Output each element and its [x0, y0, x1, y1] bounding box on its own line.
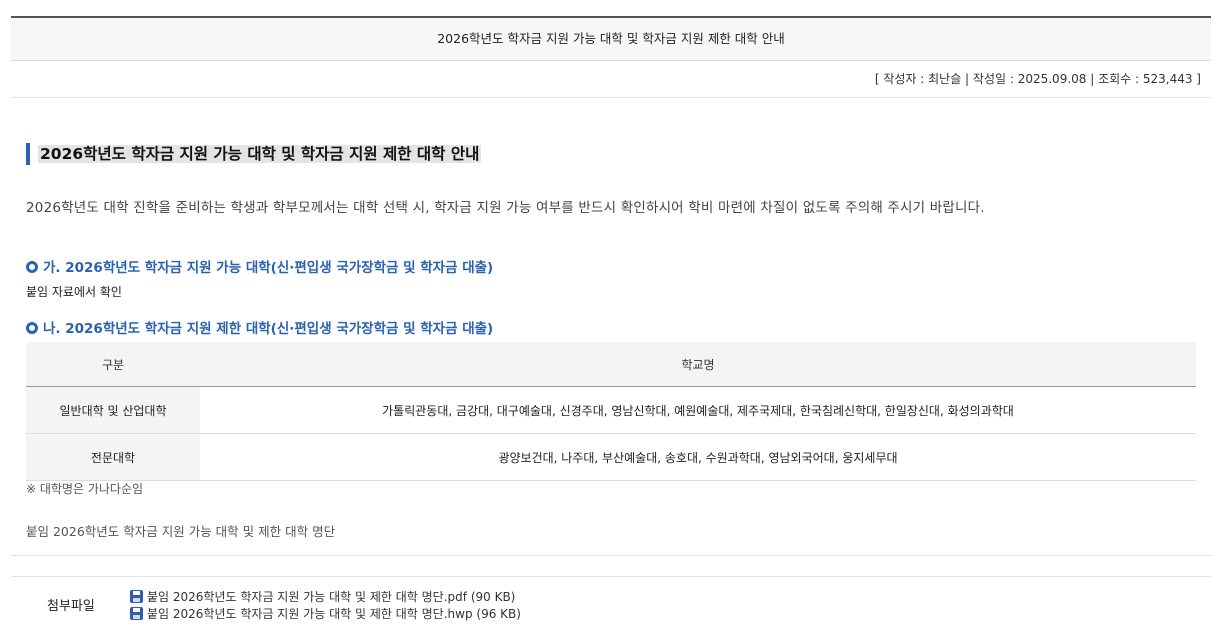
- floppy-disk-icon: [130, 590, 143, 603]
- circle-bullet-icon: [26, 261, 38, 273]
- attachment-link-pdf[interactable]: 붙임 2026학년도 학자금 지원 가능 대학 및 제한 대학 명단.pdf (…: [130, 589, 515, 606]
- attachment-filename[interactable]: 붙임 2026학년도 학자금 지원 가능 대학 및 제한 대학 명단.pdf: [147, 590, 467, 604]
- table-cell-schools: 가톨릭관동대, 금강대, 대구예술대, 신경주대, 영남신학대, 예원예술대, …: [200, 386, 1196, 434]
- attachment-reference-note: 붙임 자료에서 확인: [26, 285, 122, 299]
- subheading-restricted-universities: 나. 2026학년도 학자금 지원 제한 대학(신·편입생 국가장학금 및 학자…: [26, 319, 493, 339]
- section-title-text: 2026학년도 학자금 지원 가능 대학 및 학자금 지원 제한 대학 안내: [38, 145, 482, 163]
- subheading-b-text: 나. 2026학년도 학자금 지원 제한 대학(신·편입생 국가장학금 및 학자…: [43, 321, 494, 337]
- attachment-filesize: (96 KB): [476, 607, 521, 621]
- circle-bullet-icon: [26, 322, 38, 334]
- table-header-row: 구분 학교명: [26, 342, 1196, 387]
- attachment-link-hwp[interactable]: 붙임 2026학년도 학자금 지원 가능 대학 및 제한 대학 명단.hwp (…: [130, 606, 521, 623]
- divider: [11, 555, 1211, 556]
- footnote: ※ 대학명은 가나다순임: [26, 482, 144, 496]
- post-meta: [ 작성자 : 최난슬 | 작성일 : 2025.09.08 | 조회수 : 5…: [11, 61, 1211, 98]
- divider: [11, 576, 1211, 577]
- post-title-bar: 2026학년도 학자금 지원 가능 대학 및 학자금 지원 제한 대학 안내: [11, 16, 1211, 61]
- table-cell-category: 일반대학 및 산업대학: [26, 386, 200, 434]
- table-cell-category: 전문대학: [26, 433, 200, 481]
- section-title: 2026학년도 학자금 지원 가능 대학 및 학자금 지원 제한 대학 안내: [26, 143, 482, 165]
- attachment-filename[interactable]: 붙임 2026학년도 학자금 지원 가능 대학 및 제한 대학 명단.hwp: [147, 607, 473, 621]
- attachment-note: 붙임 2026학년도 학자금 지원 가능 대학 및 제한 대학 명단: [26, 524, 336, 539]
- attachments-label: 첨부파일: [47, 599, 95, 614]
- post-title: 2026학년도 학자금 지원 가능 대학 및 학자금 지원 제한 대학 안내: [437, 31, 785, 46]
- table-row: 일반대학 및 산업대학 가톨릭관동대, 금강대, 대구예술대, 신경주대, 영남…: [26, 386, 1196, 434]
- subheading-a-text: 가. 2026학년도 학자금 지원 가능 대학(신·편입생 국가장학금 및 학자…: [43, 260, 494, 276]
- post-header: 2026학년도 학자금 지원 가능 대학 및 학자금 지원 제한 대학 안내 […: [11, 16, 1211, 98]
- table-header-category: 구분: [26, 342, 200, 387]
- table-header-school-names: 학교명: [200, 342, 1196, 387]
- floppy-disk-icon: [130, 607, 143, 620]
- table-cell-schools: 광양보건대, 나주대, 부산예술대, 송호대, 수원과학대, 영남외국어대, 웅…: [200, 433, 1196, 481]
- restricted-universities-table: 구분 학교명 일반대학 및 산업대학 가톨릭관동대, 금강대, 대구예술대, 신…: [26, 342, 1196, 481]
- table-row: 전문대학 광양보건대, 나주대, 부산예술대, 송호대, 수원과학대, 영남외국…: [26, 433, 1196, 481]
- attachment-filesize: (90 KB): [470, 590, 516, 604]
- subheading-allowed-universities: 가. 2026학년도 학자금 지원 가능 대학(신·편입생 국가장학금 및 학자…: [26, 258, 493, 278]
- intro-paragraph: 2026학년도 대학 진학을 준비하는 학생과 학부모께서는 대학 선택 시, …: [26, 200, 985, 216]
